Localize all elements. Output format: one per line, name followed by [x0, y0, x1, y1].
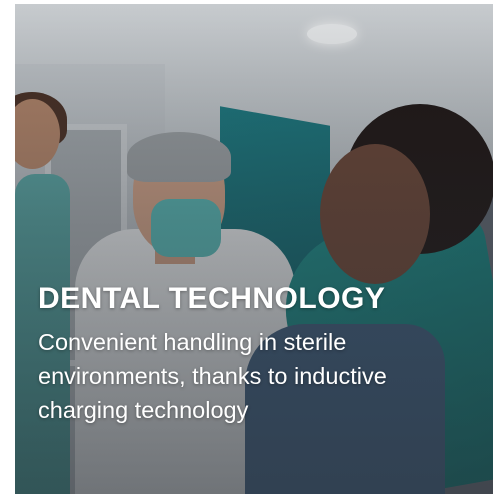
card-caption: DENTAL TECHNOLOGY Convenient handling in…	[38, 279, 478, 427]
card-heading: DENTAL TECHNOLOGY	[38, 282, 386, 315]
card-description: Convenient handling in sterile environme…	[38, 329, 387, 423]
dental-technology-card[interactable]: DENTAL TECHNOLOGY Convenient handling in…	[15, 4, 493, 494]
